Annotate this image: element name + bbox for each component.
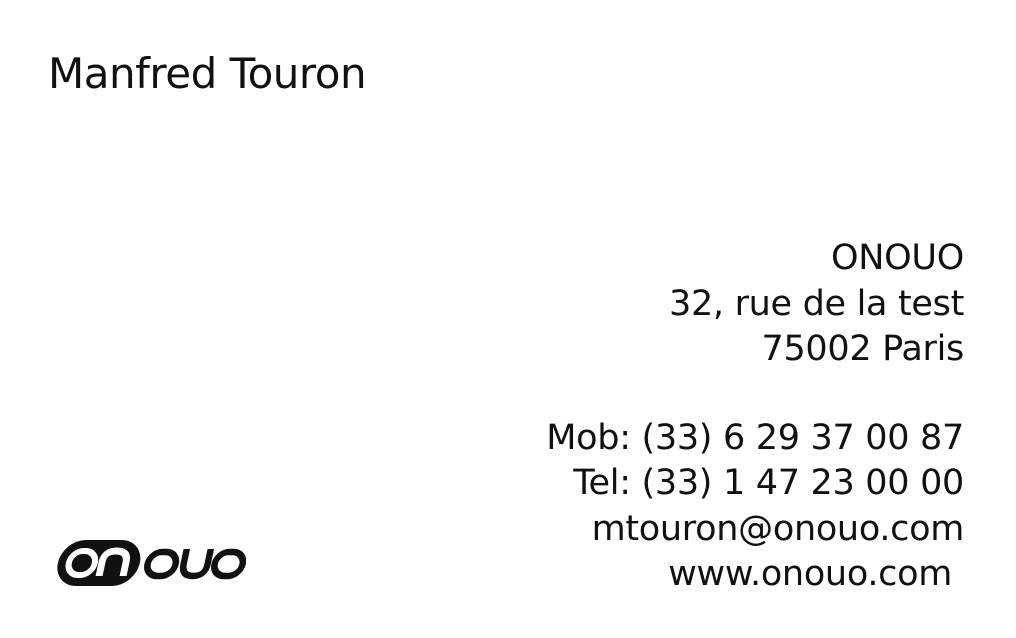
telephone-number: Tel: (33) 1 47 23 00 00 — [573, 463, 964, 503]
business-card: Manfred Touron ONOUO 32, rue de la test … — [0, 0, 1016, 638]
mobile-number: Mob: (33) 6 29 37 00 87 — [546, 417, 964, 458]
company-name: ONOUO — [831, 238, 964, 278]
onouo-logo-icon — [57, 540, 246, 586]
person-name: Manfred Touron — [48, 49, 367, 98]
contact-block: ONOUO 32, rue de la test 75002 Paris Mob… — [404, 236, 964, 598]
address-street: 32, rue de la test — [668, 283, 964, 324]
email-address: mtouron@onouo.com — [591, 508, 965, 549]
address-city: 75002 Paris — [761, 329, 965, 369]
website-url: www.onouo.com — [668, 554, 952, 594]
